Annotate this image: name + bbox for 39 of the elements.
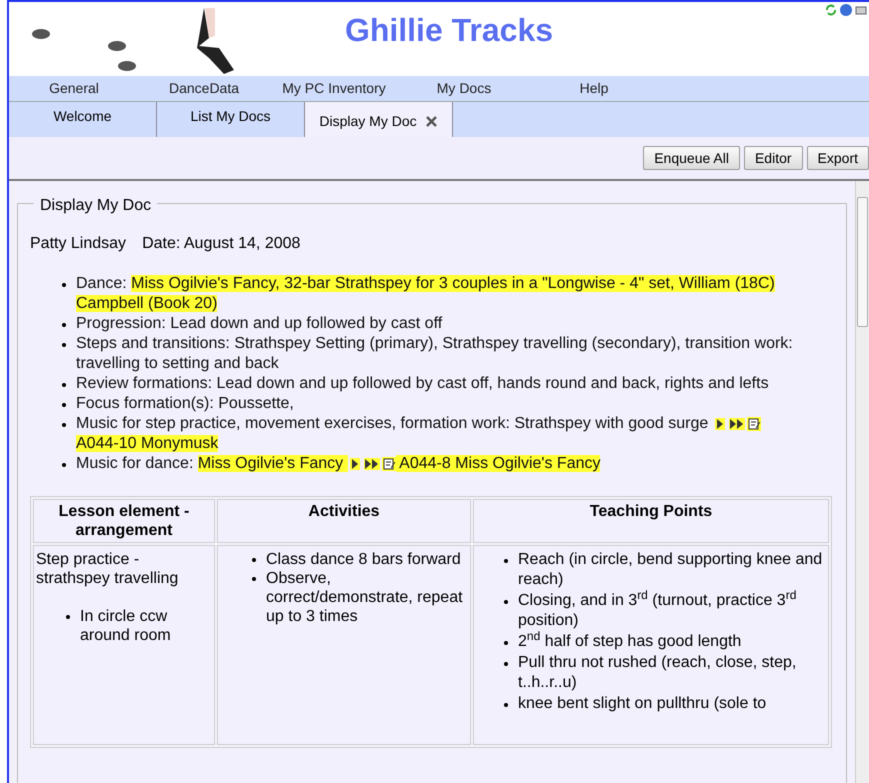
app-title: Ghillie Tracks (344, 11, 554, 50)
author-name: Patty Lindsay (30, 234, 126, 254)
teaching-point: 2$^{nd}$ half of step has good length (518, 633, 742, 650)
lesson-item: In circle ccw around room (80, 608, 171, 644)
lesson-text: Step practice - strathspey travelling (36, 550, 180, 588)
close-icon[interactable] (424, 115, 438, 128)
teaching-point: Reach (in circle, bend supporting knee and reach) (518, 551, 822, 588)
tab[interactable]: Display My Doc (305, 102, 453, 137)
column-header: Lesson element - arrangement (33, 499, 215, 543)
toolbar-button[interactable]: Editor (744, 146, 803, 170)
column-header: Activities (217, 499, 471, 543)
bullet-text: Review formations: Lead down and up followed by cast off, hands round and back, rights and lefts (76, 374, 770, 394)
bullet-text: Progression: Lead down and up followed by cast off (76, 314, 444, 334)
teaching-point: Closing, and in 3$^{rd}$ (turnout, practice 3$^{rd}$ position) (518, 592, 796, 629)
menu-item[interactable]: My Docs (399, 78, 529, 99)
scrollbar-thumb[interactable] (857, 197, 868, 327)
bullet-text: Focus formation(s): Poussette, (76, 394, 295, 414)
doc-date: Date: August 14, 2008 (142, 234, 300, 254)
activity-text: Class dance 8 bars forward (266, 551, 461, 568)
menu-item[interactable]: Help (529, 78, 659, 99)
teaching-point: Pull thru not rushed (reach, close, step, t..h..r..u) (518, 654, 796, 691)
column-header: Teaching Points (473, 499, 829, 543)
toolbar-button[interactable]: Enqueue All (643, 146, 740, 170)
teaching-point: knee bent slight on pullthru (sole to (518, 695, 766, 712)
fast-forward-icon[interactable] (364, 458, 380, 470)
note-icon[interactable] (382, 456, 396, 471)
activity-text: Observe, correct/demonstrate, repeat up to 3 times (266, 570, 463, 625)
menu-item[interactable]: General (9, 78, 139, 99)
play-icon[interactable] (714, 418, 725, 430)
toolbar-button[interactable]: Export (806, 146, 869, 170)
play-icon[interactable] (350, 458, 360, 470)
menu-item[interactable]: DanceData (139, 78, 269, 99)
scrollbar[interactable] (855, 181, 869, 783)
fast-forward-icon[interactable] (728, 418, 745, 430)
bullet-text: Dance: Miss Ogilvie's Fancy, 32-bar Strathspey for 3 couples in a "Longwise - 4" set, William (18C) Campbell (Book 20) (76, 274, 776, 314)
refresh-icon[interactable] (825, 4, 837, 16)
menu-item[interactable]: My PC Inventory (269, 78, 399, 99)
note-icon[interactable] (746, 416, 761, 431)
bullet-text: Steps and transitions: Strathspey Setting (primary), Strathspey travelling (secondary), transition work: travelling to setting and back (76, 334, 794, 374)
